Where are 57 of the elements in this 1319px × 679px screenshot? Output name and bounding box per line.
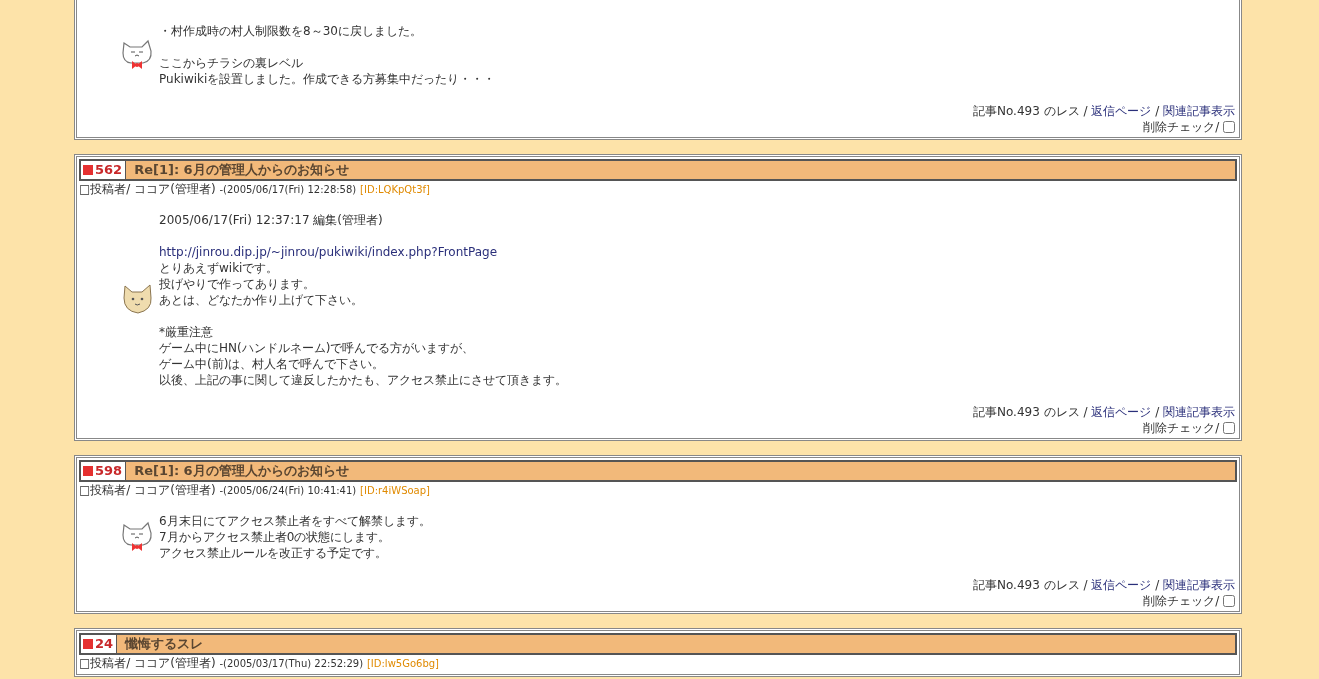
cat-avatar-icon	[121, 521, 155, 553]
cat-avatar-icon	[121, 39, 155, 71]
post-date: -(2005/03/17(Thu) 22:52:29)	[219, 658, 364, 669]
delete-checkbox[interactable]	[1223, 422, 1235, 434]
footer-text: /	[1083, 578, 1088, 592]
footer-text: 記事No.493 のレス	[972, 405, 1080, 419]
body-text: *厳重注意	[159, 325, 213, 339]
body-text: 6月末日にてアクセス禁止者をすべて解禁します。	[159, 514, 431, 528]
cat-avatar-icon	[121, 283, 155, 317]
footer-text: /	[1083, 405, 1088, 419]
footer-text: 記事No.493 のレス	[972, 104, 1080, 118]
post-number-text: 598	[95, 463, 123, 479]
delete-checkbox[interactable]	[1223, 121, 1235, 133]
post-title: 懺悔するスレ	[123, 635, 205, 653]
post-title: Re[1]: 6月の管理人からのお知らせ	[133, 161, 350, 179]
body-text: ゲーム中にHN(ハンドルネーム)で呼んでる方がいますが、	[159, 341, 475, 355]
body-link[interactable]: http://jinrou.dip.jp/~jinrou/pukiwiki/index.php?FrontPage	[159, 245, 498, 259]
delete-check-label: 削除チェック/	[1143, 421, 1220, 435]
footer-text: /	[1155, 104, 1160, 118]
post-date: -(2005/06/17(Fri) 12:28:58)	[219, 184, 357, 195]
delete-checkbox[interactable]	[1223, 595, 1235, 607]
footer-text: /	[1083, 104, 1088, 118]
square-icon	[83, 466, 93, 476]
footer-link[interactable]: 返信ページ	[1091, 405, 1152, 419]
body-text: 投げやりで作ってあります。	[159, 277, 315, 291]
body-text: 7月からアクセス禁止者0の状態にします。	[159, 530, 391, 544]
footer-link[interactable]: 関連記事表示	[1163, 104, 1235, 118]
footer-link[interactable]: 関連記事表示	[1163, 578, 1235, 592]
post-date: -(2005/06/24(Fri) 10:41:41)	[219, 485, 357, 496]
poster-id: [ID:r4iWSoap]	[360, 485, 430, 496]
post-title: Re[1]: 6月の管理人からのお知らせ	[133, 462, 350, 480]
author-label: □投稿者/ ココア(管理者)	[79, 656, 216, 670]
delete-check-label: 削除チェック/	[1143, 120, 1220, 134]
body-text: ここからチラシの裏レベル	[159, 56, 303, 70]
body-text: ゲーム中(前)は、村人名で呼んで下さい。	[159, 357, 385, 371]
square-icon	[83, 639, 93, 649]
author-label: □投稿者/ ココア(管理者)	[79, 483, 216, 497]
square-icon	[83, 165, 93, 175]
body-text: ・村作成時の村人制限数を8～30に戻しました。	[159, 24, 422, 38]
footer-link[interactable]: 関連記事表示	[1163, 405, 1235, 419]
poster-id: [ID:LQKpQt3f]	[360, 184, 430, 195]
body-text: 2005/06/17(Fri) 12:37:17 編集(管理者)	[159, 213, 383, 227]
body-text: アクセス禁止ルールを改正する予定です。	[159, 546, 387, 560]
footer-text: /	[1155, 405, 1160, 419]
body-text: とりあえずwikiです。	[159, 261, 279, 275]
poster-id: [ID:lw5Go6bg]	[366, 658, 440, 669]
author-label: □投稿者/ ココア(管理者)	[79, 182, 216, 196]
post-number-text: 24	[95, 636, 114, 652]
footer-link[interactable]: 返信ページ	[1091, 578, 1152, 592]
footer-text: /	[1155, 578, 1160, 592]
post-number-text: 562	[95, 162, 123, 178]
body-text: あとは、どなたか作り上げて下さい。	[159, 293, 363, 307]
footer-text: 記事No.493 のレス	[972, 578, 1080, 592]
delete-check-label: 削除チェック/	[1143, 594, 1220, 608]
body-text: Pukiwikiを設置しました。作成できる方募集中だったり・・・	[159, 72, 496, 86]
footer-link[interactable]: 返信ページ	[1091, 104, 1152, 118]
body-text: 以後、上記の事に関して違反したかたも、アクセス禁止にさせて頂きます。	[159, 373, 567, 387]
